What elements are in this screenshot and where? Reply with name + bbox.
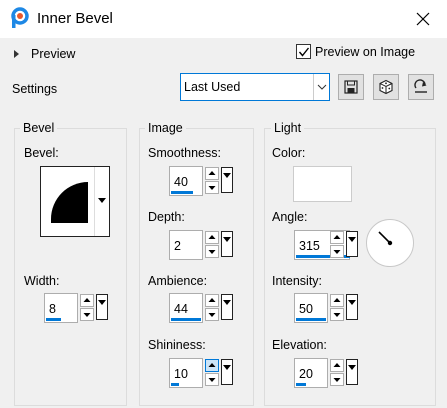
smoothness-value: 40 bbox=[174, 175, 188, 189]
randomize-button[interactable] bbox=[373, 74, 399, 100]
depth-dropdown[interactable] bbox=[221, 231, 233, 257]
elevation-stepper[interactable]: 20 bbox=[294, 358, 360, 388]
window-title: Inner Bevel bbox=[37, 10, 113, 27]
angle-increment[interactable] bbox=[330, 231, 344, 244]
light-color-swatch[interactable] bbox=[293, 166, 352, 202]
width-label: Width: bbox=[24, 274, 60, 288]
ambience-label: Ambience: bbox=[148, 274, 208, 288]
close-icon[interactable] bbox=[412, 8, 434, 30]
save-preset-icon bbox=[344, 80, 358, 94]
smoothness-increment[interactable] bbox=[205, 167, 219, 180]
save-preset-button[interactable] bbox=[338, 74, 364, 100]
angle-controls bbox=[330, 230, 360, 260]
intensity-level-bar bbox=[296, 318, 326, 321]
angle-decrement[interactable] bbox=[330, 245, 344, 258]
angle-dropdown[interactable] bbox=[346, 231, 358, 257]
smoothness-label: Smoothness: bbox=[148, 146, 221, 160]
ambience-value: 44 bbox=[174, 302, 188, 316]
width-increment[interactable] bbox=[80, 294, 94, 307]
light-group-title: Light bbox=[271, 121, 305, 135]
ambience-dropdown[interactable] bbox=[221, 294, 233, 320]
intensity-value: 50 bbox=[299, 302, 313, 316]
shininess-increment[interactable] bbox=[205, 359, 219, 372]
shininess-input[interactable]: 10 bbox=[169, 358, 203, 388]
expand-arrow-icon bbox=[14, 50, 19, 58]
width-input[interactable]: 8 bbox=[44, 293, 78, 323]
intensity-input[interactable]: 50 bbox=[294, 293, 328, 323]
ambience-input[interactable]: 44 bbox=[169, 293, 203, 323]
bevel-group-title: Bevel bbox=[20, 121, 58, 135]
elevation-input[interactable]: 20 bbox=[294, 358, 328, 388]
checkmark-icon bbox=[298, 47, 310, 57]
shininess-dropdown[interactable] bbox=[221, 359, 233, 385]
angle-label: Angle: bbox=[272, 210, 308, 224]
ambience-stepper[interactable]: 44 bbox=[169, 293, 235, 323]
elevation-value: 20 bbox=[299, 367, 313, 381]
width-stepper[interactable]: 8 bbox=[44, 293, 110, 323]
preview-on-image-label: Preview on Image bbox=[315, 44, 416, 59]
settings-preset-select[interactable]: Last Used bbox=[180, 73, 330, 101]
settings-preset-value: Last Used bbox=[184, 80, 241, 94]
depth-label: Depth: bbox=[148, 210, 185, 224]
bevel-dropdown-button[interactable] bbox=[94, 167, 109, 236]
intensity-increment[interactable] bbox=[330, 294, 344, 307]
shininess-label: Shininess: bbox=[148, 338, 206, 352]
width-level-bar bbox=[46, 318, 61, 321]
intensity-stepper[interactable]: 50 bbox=[294, 293, 360, 323]
shininess-decrement[interactable] bbox=[205, 373, 219, 386]
shininess-value: 10 bbox=[174, 367, 188, 381]
width-value: 8 bbox=[49, 302, 56, 316]
chevron-down-icon bbox=[317, 84, 327, 90]
ambience-level-bar bbox=[171, 318, 201, 321]
settings-label: Settings bbox=[12, 82, 58, 96]
depth-value: 2 bbox=[174, 239, 181, 253]
shininess-level-bar bbox=[171, 383, 179, 386]
preview-label: Preview bbox=[31, 47, 76, 61]
intensity-dropdown[interactable] bbox=[346, 294, 358, 320]
bevel-label: Bevel: bbox=[24, 146, 59, 160]
image-group-title: Image bbox=[145, 121, 186, 135]
angle-dial[interactable] bbox=[366, 219, 414, 267]
app-logo-icon bbox=[11, 7, 29, 28]
width-dropdown[interactable] bbox=[96, 294, 108, 320]
preview-expander[interactable]: Preview bbox=[14, 46, 94, 62]
preview-on-image-option[interactable]: Preview on Image bbox=[296, 44, 415, 59]
smoothness-input[interactable]: 40 bbox=[169, 166, 203, 196]
elevation-decrement[interactable] bbox=[330, 373, 344, 386]
preview-on-image-checkbox[interactable] bbox=[296, 44, 311, 59]
depth-stepper[interactable]: 2 bbox=[169, 230, 235, 260]
color-label: Color: bbox=[272, 146, 306, 160]
reset-button[interactable] bbox=[408, 74, 434, 100]
reset-arrow-icon bbox=[414, 79, 427, 93]
select-dropdown-arrow[interactable] bbox=[313, 74, 329, 100]
depth-increment[interactable] bbox=[205, 231, 219, 244]
ambience-decrement[interactable] bbox=[205, 308, 219, 321]
angle-needle-icon bbox=[378, 231, 393, 246]
shininess-stepper[interactable]: 10 bbox=[169, 358, 235, 388]
caret-down-icon bbox=[98, 198, 106, 203]
elevation-label: Elevation: bbox=[272, 338, 327, 352]
elevation-dropdown[interactable] bbox=[346, 359, 358, 385]
intensity-label: Intensity: bbox=[272, 274, 323, 288]
angle-value: 315 bbox=[299, 239, 320, 253]
smoothness-level-bar bbox=[171, 191, 193, 194]
smoothness-decrement[interactable] bbox=[205, 181, 219, 194]
bevel-shape-icon bbox=[51, 182, 88, 223]
ambience-increment[interactable] bbox=[205, 294, 219, 307]
intensity-decrement[interactable] bbox=[330, 308, 344, 321]
depth-decrement[interactable] bbox=[205, 245, 219, 258]
depth-input[interactable]: 2 bbox=[169, 230, 203, 260]
randomize-dice-icon bbox=[379, 79, 393, 95]
width-decrement[interactable] bbox=[80, 308, 94, 321]
smoothness-dropdown[interactable] bbox=[221, 167, 233, 193]
title-bar: Inner Bevel bbox=[0, 0, 447, 38]
elevation-level-bar bbox=[296, 383, 306, 386]
elevation-increment[interactable] bbox=[330, 359, 344, 372]
smoothness-stepper[interactable]: 40 bbox=[169, 166, 235, 196]
